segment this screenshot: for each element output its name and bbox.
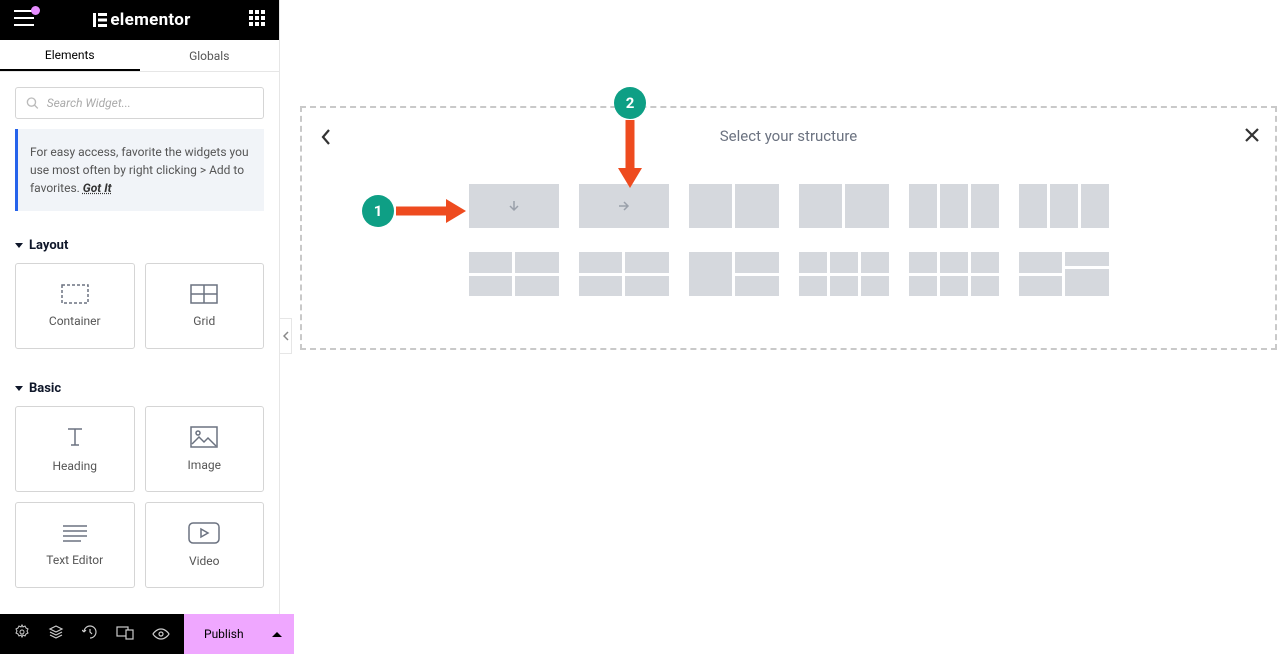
arrow-right-icon (617, 199, 631, 213)
image-icon (190, 426, 218, 448)
widget-label: Video (189, 554, 220, 568)
annotation-badge-1: 1 (362, 195, 394, 227)
elementor-logo: elementor (92, 10, 190, 30)
elementor-logo-icon (92, 12, 108, 28)
widget-grid[interactable]: Grid (145, 263, 265, 349)
structure-option-2col[interactable] (689, 184, 779, 228)
search-box[interactable] (15, 87, 264, 119)
search-icon (26, 96, 39, 110)
structure-title: Select your structure (720, 127, 857, 145)
text-editor-icon (61, 523, 89, 543)
logo-text: elementor (110, 10, 190, 30)
apps-button[interactable] (249, 10, 265, 30)
back-button[interactable] (320, 128, 332, 150)
structure-option-3x2[interactable] (799, 252, 889, 296)
settings-button[interactable] (14, 624, 30, 644)
tab-globals[interactable]: Globals (140, 40, 280, 71)
grid-icon (190, 284, 218, 304)
structure-option-2col-b[interactable] (799, 184, 889, 228)
widget-label: Text Editor (46, 553, 103, 567)
search-wrap (0, 72, 279, 129)
sidebar-header: elementor (0, 0, 279, 40)
notification-dot-icon (31, 6, 40, 15)
widget-label: Container (49, 314, 101, 328)
navigator-button[interactable] (48, 624, 64, 644)
structure-option-mixed[interactable] (1019, 252, 1109, 296)
preview-button[interactable] (152, 625, 170, 644)
sidebar-tabs: Elements Globals (0, 40, 279, 72)
structure-option-1col-right[interactable] (579, 184, 669, 228)
widget-video[interactable]: Video (145, 502, 265, 588)
search-input[interactable] (47, 96, 253, 110)
container-icon (61, 284, 89, 304)
caret-down-icon (15, 386, 23, 391)
tab-elements[interactable]: Elements (0, 40, 140, 71)
section-basic: Basic Heading Image Text Editor Video (0, 369, 279, 588)
caret-down-icon (15, 243, 23, 248)
collapse-sidebar-button[interactable] (280, 318, 292, 354)
widget-container[interactable]: Container (15, 263, 135, 349)
section-header-basic[interactable]: Basic (15, 369, 264, 406)
section-layout: Layout Container Grid (0, 226, 279, 349)
section-title-layout: Layout (29, 238, 68, 253)
structure-option-3x2-b[interactable] (909, 252, 999, 296)
arrow-down-icon (507, 199, 521, 213)
widget-heading[interactable]: Heading (15, 406, 135, 492)
annotation-badge-2: 2 (614, 87, 646, 119)
video-icon (188, 522, 220, 544)
chevron-up-icon (272, 632, 282, 637)
got-it-link[interactable]: Got It (83, 181, 112, 195)
structure-option-1col-down[interactable] (469, 184, 559, 228)
structure-option-3col-b[interactable] (1019, 184, 1109, 228)
structure-option-2x2-b[interactable] (579, 252, 669, 296)
structure-picker: Select your structure (300, 106, 1277, 350)
menu-button[interactable] (14, 10, 34, 30)
heading-icon (61, 425, 89, 449)
publish-label: Publish (204, 627, 244, 641)
structure-header: Select your structure (302, 108, 1275, 164)
widget-label: Grid (193, 314, 215, 328)
history-button[interactable] (82, 624, 98, 644)
widget-image[interactable]: Image (145, 406, 265, 492)
tip-card: For easy access, favorite the widgets yo… (15, 129, 264, 211)
widget-label: Image (188, 458, 221, 472)
structure-option-2x2[interactable] (469, 252, 559, 296)
annotation-arrow-right-icon (396, 198, 468, 224)
widget-label: Heading (52, 459, 97, 473)
annotation-arrow-down-icon (617, 120, 643, 190)
section-header-layout[interactable]: Layout (15, 226, 264, 263)
sidebar: elementor Elements Globals For easy acce… (0, 0, 280, 614)
widget-text-editor[interactable]: Text Editor (15, 502, 135, 588)
structure-option-3col[interactable] (909, 184, 999, 228)
publish-button[interactable]: Publish (184, 614, 294, 654)
section-title-basic: Basic (29, 381, 61, 396)
responsive-button[interactable] (116, 625, 134, 644)
bottombar: Publish (0, 614, 280, 654)
close-button[interactable] (1243, 126, 1261, 148)
tip-text: For easy access, favorite the widgets yo… (30, 145, 249, 195)
structure-option-1-2split[interactable] (689, 252, 779, 296)
